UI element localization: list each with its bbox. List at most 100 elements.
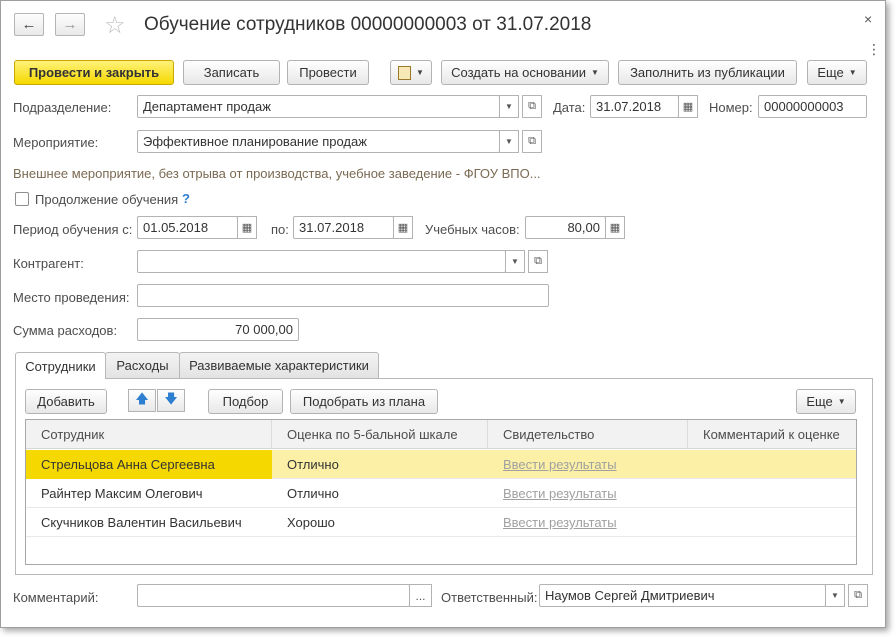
chevron-down-icon: ▼ [505, 102, 513, 111]
number-field[interactable]: 00000000003 [758, 95, 867, 118]
employee-cell[interactable]: Скучников Валентин Васильевич [26, 508, 272, 537]
enter-results-link[interactable]: Ввести результаты [503, 457, 617, 472]
responsible-label: Ответственный: [441, 590, 538, 605]
comment-cell[interactable] [688, 479, 856, 508]
select-button[interactable]: Подбор [208, 389, 283, 414]
table-row[interactable]: Стрельцова Анна Сергеевна Отлично Ввести… [26, 450, 856, 479]
back-button[interactable]: ← [14, 13, 44, 36]
create-based-on-label: Создать на основании [451, 65, 586, 80]
close-icon[interactable]: × [864, 11, 872, 27]
column-header-comment[interactable]: Комментарий к оценке [688, 420, 856, 449]
more-label: Еще [817, 65, 844, 80]
date-label: Дата: [553, 100, 586, 115]
chevron-down-icon: ▼ [831, 591, 839, 600]
table-row[interactable]: Райнтер Максим Олегович Отлично Ввести р… [26, 479, 856, 508]
create-based-on-button[interactable]: Создать на основании ▼ [441, 60, 609, 85]
calendar-icon: ▦ [397, 222, 409, 234]
number-label: Номер: [709, 100, 753, 115]
open-window-icon: ⧉ [528, 100, 536, 112]
chevron-down-icon: ▼ [590, 68, 599, 77]
period-to-calendar-button[interactable]: ▦ [393, 216, 413, 239]
open-window-icon: ⧉ [534, 255, 542, 267]
hours-calculator-button[interactable]: ▦ [605, 216, 625, 239]
contractor-field[interactable] [137, 250, 506, 273]
grade-cell[interactable]: Отлично [272, 450, 488, 479]
period-from-field[interactable]: 01.05.2018 [137, 216, 238, 239]
arrow-down-icon: 🡇 [164, 390, 178, 406]
post-and-close-button[interactable]: Провести и закрыть [14, 60, 174, 85]
print-dropdown-button[interactable]: ▼ [390, 60, 432, 85]
comment-label: Комментарий: [13, 590, 99, 605]
date-field[interactable]: 31.07.2018 [590, 95, 679, 118]
contractor-open-button[interactable]: ⧉ [528, 250, 548, 273]
table-row[interactable]: Скучников Валентин Васильевич Хорошо Вве… [26, 508, 856, 537]
tab-developed-characteristics[interactable]: Развиваемые характеристики [179, 352, 379, 378]
arrow-left-icon: ← [21, 16, 37, 33]
certificate-link[interactable]: Ввести результаты [488, 479, 688, 508]
event-field[interactable]: Эффективное планирование продаж [137, 130, 500, 153]
column-header-grade[interactable]: Оценка по 5-бальной шкале [272, 420, 488, 449]
department-field[interactable]: Департамент продаж [137, 95, 500, 118]
document-print-icon [398, 65, 412, 80]
event-label: Мероприятие: [13, 135, 99, 150]
table-more-button[interactable]: Еще ▼ [796, 389, 856, 414]
continuation-label[interactable]: Продолжение обучения [35, 192, 178, 207]
chevron-down-icon: ▼ [505, 137, 513, 146]
department-dropdown-button[interactable]: ▼ [499, 95, 519, 118]
enter-results-link[interactable]: Ввести результаты [503, 486, 617, 501]
chevron-down-icon: ▼ [511, 257, 519, 266]
page-title: Обучение сотрудников 00000000003 от 31.0… [144, 14, 592, 35]
certificate-link[interactable]: Ввести результаты [488, 508, 688, 537]
forward-button[interactable]: → [55, 13, 85, 36]
grade-cell[interactable]: Отлично [272, 479, 488, 508]
expenses-field[interactable]: 70 000,00 [137, 318, 299, 341]
select-from-plan-button[interactable]: Подобрать из плана [290, 389, 438, 414]
add-row-button[interactable]: Добавить [25, 389, 107, 414]
tab-employees[interactable]: Сотрудники [15, 352, 106, 379]
calculator-icon: ▦ [609, 222, 621, 234]
comment-field[interactable] [137, 584, 410, 607]
fill-from-publication-button[interactable]: Заполнить из публикации [618, 60, 797, 85]
column-header-certificate[interactable]: Свидетельство [488, 420, 688, 449]
event-dropdown-button[interactable]: ▼ [499, 130, 519, 153]
comment-cell[interactable] [688, 508, 856, 537]
grade-cell[interactable]: Хорошо [272, 508, 488, 537]
event-description-hint: Внешнее мероприятие, без отрыва от произ… [13, 166, 541, 181]
department-open-button[interactable]: ⧉ [522, 95, 542, 118]
responsible-field[interactable]: Наумов Сергей Дмитриевич [539, 584, 826, 607]
post-button[interactable]: Провести [287, 60, 369, 85]
hours-field[interactable]: 80,00 [525, 216, 606, 239]
employee-cell[interactable]: Райнтер Максим Олегович [26, 479, 272, 508]
period-from-calendar-button[interactable]: ▦ [237, 216, 257, 239]
chevron-down-icon: ▼ [416, 68, 424, 77]
column-header-employee[interactable]: Сотрудник [26, 420, 272, 449]
certificate-link[interactable]: Ввести результаты [488, 450, 688, 479]
chevron-down-icon: ▼ [837, 397, 846, 406]
table-header: Сотрудник Оценка по 5-бальной шкале Свид… [26, 420, 856, 449]
period-to-label: по: [271, 222, 289, 237]
save-button[interactable]: Записать [183, 60, 280, 85]
more-button[interactable]: Еще ▼ [807, 60, 867, 85]
move-up-button[interactable]: 🡅 [128, 389, 156, 412]
place-field[interactable] [137, 284, 549, 307]
favorite-star-icon[interactable]: ☆ [104, 11, 126, 40]
period-from-label: Период обучения с: [13, 222, 133, 237]
date-calendar-button[interactable]: ▦ [678, 95, 698, 118]
expenses-label: Сумма расходов: [13, 323, 118, 338]
tab-expenses[interactable]: Расходы [105, 352, 180, 378]
responsible-open-button[interactable]: ⧉ [848, 584, 868, 607]
comment-cell[interactable] [688, 450, 856, 479]
more-menu-icon[interactable]: ⋮ [867, 41, 881, 58]
chevron-down-icon: ▼ [848, 68, 857, 77]
continuation-checkbox[interactable] [15, 192, 29, 206]
help-question-icon[interactable]: ? [182, 191, 190, 206]
period-to-field[interactable]: 31.07.2018 [293, 216, 394, 239]
comment-edit-button[interactable]: ... [409, 584, 432, 607]
contractor-dropdown-button[interactable]: ▼ [505, 250, 525, 273]
responsible-dropdown-button[interactable]: ▼ [825, 584, 845, 607]
move-down-button[interactable]: 🡇 [157, 389, 185, 412]
enter-results-link[interactable]: Ввести результаты [503, 515, 617, 530]
ellipsis-icon: ... [415, 588, 426, 603]
employee-cell[interactable]: Стрельцова Анна Сергеевна [26, 450, 272, 479]
event-open-button[interactable]: ⧉ [522, 130, 542, 153]
